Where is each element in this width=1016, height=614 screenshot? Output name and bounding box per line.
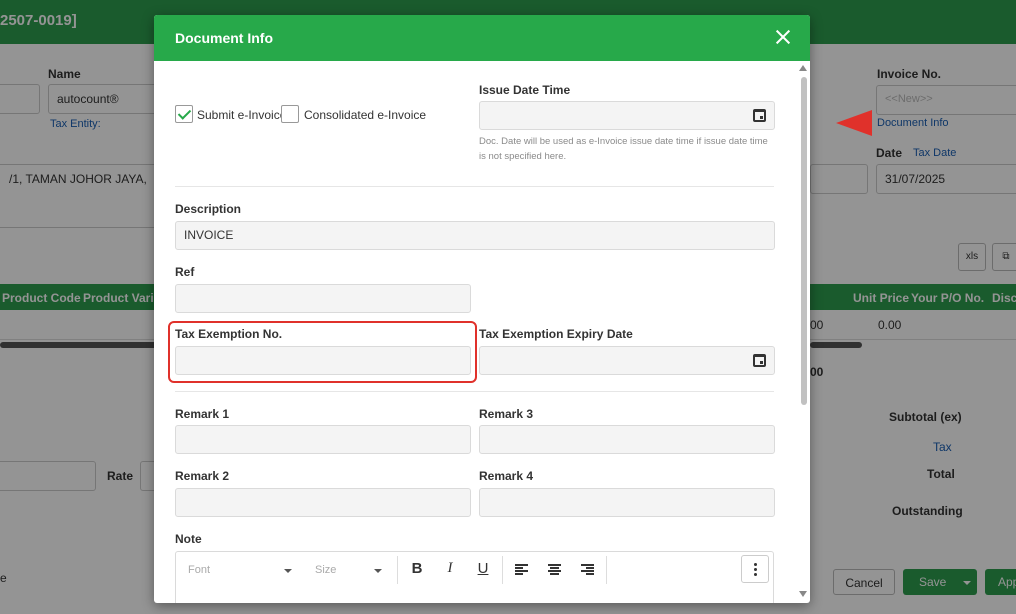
tax-exemption-expiry-label: Tax Exemption Expiry Date [479,327,633,341]
note-editor[interactable]: Font Size B I U [175,551,774,603]
calendar-icon[interactable] [753,109,766,122]
size-caret-icon[interactable] [374,569,382,573]
remark2-label: Remark 2 [175,469,230,483]
font-select[interactable]: Font [188,564,210,576]
document-info-dialog: Document Info Submit e-Invoice Consolida… [154,15,810,603]
submit-einvoice-checkbox[interactable] [175,105,193,123]
section-divider [175,186,774,187]
description-label: Description [175,202,242,216]
issue-date-time-label: Issue Date Time [479,83,571,97]
tax-exemption-expiry-field[interactable] [479,346,775,375]
submit-einvoice-label[interactable]: Submit e-Invoice [197,108,286,122]
consolidated-einvoice-label[interactable]: Consolidated e-Invoice [304,108,426,122]
scroll-down-icon[interactable] [799,591,807,597]
toolbar-divider [606,556,607,584]
section-divider [175,391,774,392]
scroll-up-icon[interactable] [799,65,807,71]
issue-date-time-field[interactable] [479,101,775,130]
size-select[interactable]: Size [315,564,336,576]
align-center-icon[interactable] [548,564,561,576]
calendar-icon[interactable] [753,354,766,367]
underline-button[interactable]: U [473,560,493,580]
consolidated-einvoice-checkbox[interactable] [281,105,299,123]
remark1-label: Remark 1 [175,407,230,421]
description-field[interactable]: INVOICE [175,221,775,250]
note-label: Note [175,532,202,546]
remark4-label: Remark 4 [479,469,534,483]
italic-button[interactable]: I [440,560,460,580]
bold-button[interactable]: B [407,560,427,580]
highlight-annotation [168,321,477,383]
ref-field[interactable] [175,284,471,313]
more-options-icon[interactable] [741,555,769,583]
align-right-icon[interactable] [581,564,594,576]
dialog-scrollbar[interactable] [801,77,807,405]
issue-date-hint: Doc. Date will be used as e-Invoice issu… [479,136,768,162]
ref-label: Ref [175,265,195,279]
remark3-field[interactable] [479,425,775,454]
dialog-title: Document Info [175,30,273,46]
remark4-field[interactable] [479,488,775,517]
font-caret-icon[interactable] [284,569,292,573]
toolbar-divider [502,556,503,584]
remark1-field[interactable] [175,425,471,454]
close-icon[interactable] [774,28,792,46]
annotation-arrow-icon [836,110,872,136]
align-left-icon[interactable] [515,564,528,576]
remark3-label: Remark 3 [479,407,534,421]
remark2-field[interactable] [175,488,471,517]
toolbar-divider [397,556,398,584]
dialog-header: Document Info [154,15,810,61]
